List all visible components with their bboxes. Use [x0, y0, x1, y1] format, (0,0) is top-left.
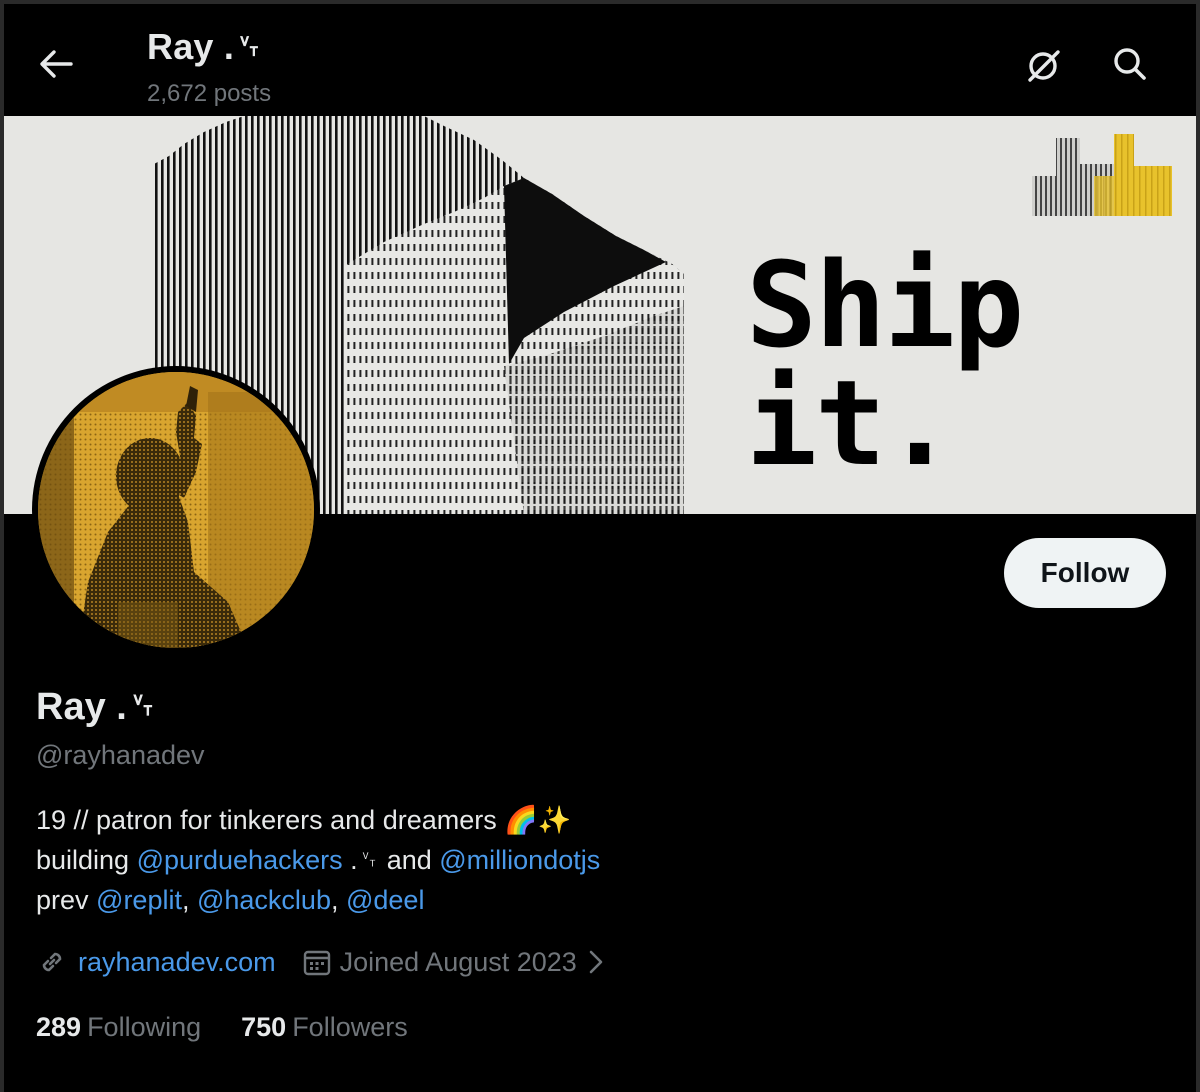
top-bar: Ray .␋ 2,672 posts	[4, 4, 1196, 116]
mention-link[interactable]: @replit	[96, 885, 182, 915]
followers-label: Followers	[292, 1012, 408, 1042]
following-link[interactable]: 289 Following	[36, 1012, 201, 1043]
chevron-right-icon	[589, 950, 603, 974]
profile-screen: Ray .␋ 2,672 posts Ship it. Follow Ray .…	[4, 4, 1196, 1092]
follow-stats: 289 Following 750 Followers	[36, 1012, 408, 1043]
followers-link[interactable]: 750 Followers	[241, 1012, 408, 1043]
bio-line-3: prev @replit, @hackclub, @deel	[36, 880, 600, 920]
mention-link[interactable]: @milliondotjs	[439, 845, 600, 875]
avatar[interactable]	[32, 366, 320, 654]
bio-line-1: 19 // patron for tinkerers and dreamers …	[36, 800, 600, 840]
display-name: Ray .␋	[36, 686, 158, 728]
bio-text: .␋ and	[342, 845, 440, 875]
following-count: 289	[36, 1012, 82, 1042]
joined-date: Joined August 2023	[339, 946, 577, 977]
profile-bio: 19 // patron for tinkerers and dreamers …	[36, 800, 600, 920]
search-icon	[1114, 48, 1146, 80]
bio-line-2: building @purduehackers .␋ and @milliond…	[36, 840, 600, 880]
followers-count: 750	[241, 1012, 287, 1042]
website-link[interactable]: rayhanadev.com	[78, 947, 276, 978]
mention-link[interactable]: @hackclub	[197, 885, 331, 915]
link-icon	[42, 952, 62, 972]
user-handle: @rayhanadev	[36, 740, 205, 770]
bio-line-1-text: 19 // patron for tinkerers and dreamers …	[36, 805, 572, 835]
search-button[interactable]	[1106, 40, 1154, 88]
profile-meta: rayhanadev.com Joined August 2023	[36, 942, 607, 982]
bio-text: prev	[36, 885, 97, 915]
bio-text: ,	[330, 885, 346, 915]
mention-link[interactable]: @purduehackers	[137, 845, 343, 875]
header-title: Ray .␋	[147, 26, 264, 67]
joined-item[interactable]: Joined August 2023	[302, 947, 607, 978]
avatar-photo	[38, 372, 314, 648]
header-post-count: 2,672 posts	[147, 80, 272, 107]
mention-link[interactable]: @deel	[346, 885, 424, 915]
back-button[interactable]	[32, 40, 80, 88]
arrow-left-icon	[40, 50, 73, 78]
bio-text: ,	[181, 885, 197, 915]
grok-icon	[1028, 50, 1060, 82]
following-label: Following	[87, 1012, 202, 1042]
grok-button[interactable]	[1020, 42, 1068, 90]
website-item: rayhanadev.com	[36, 946, 276, 978]
follow-button[interactable]: Follow	[1004, 538, 1166, 608]
banner-headline: Ship it.	[746, 236, 1024, 492]
bio-text: building	[36, 845, 137, 875]
calendar-icon	[303, 950, 330, 976]
